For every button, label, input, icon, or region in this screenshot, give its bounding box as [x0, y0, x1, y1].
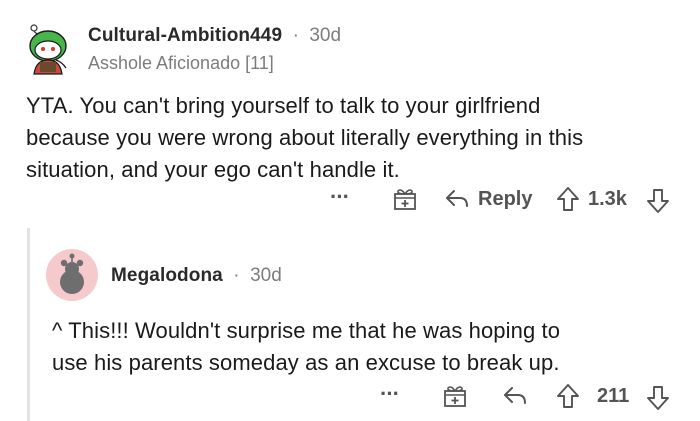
reply-body-line: use his parents someday as an excuse to …	[52, 350, 560, 375]
upvote-icon[interactable]	[556, 186, 580, 218]
comment-header: Cultural-Ambition449 · 30d	[88, 25, 341, 47]
comment-body: YTA. You can't bring yourself to talk to…	[26, 90, 686, 186]
comment-body-line: because you were wrong about literally e…	[26, 125, 584, 150]
reply-icon[interactable]	[502, 385, 528, 413]
meta-separator: ·	[292, 25, 299, 46]
upvote-icon[interactable]	[556, 383, 580, 415]
reply-body-line: ^ This!!! Wouldn't surprise me that he w…	[52, 318, 561, 343]
reply-timestamp: 30d	[250, 265, 282, 286]
award-gift-icon[interactable]	[392, 186, 418, 218]
comment-body-line: YTA. You can't bring yourself to talk to…	[26, 93, 541, 118]
reply-button[interactable]: Reply	[478, 188, 532, 211]
more-options-button[interactable]: ···	[330, 184, 350, 210]
vote-score: 1.3k	[588, 188, 627, 210]
comment-timestamp: 30d	[309, 25, 342, 46]
comment-username[interactable]: Cultural-Ambition449	[88, 25, 282, 46]
snoo-avatar-icon	[29, 24, 67, 75]
reply-body: ^ This!!! Wouldn't surprise me that he w…	[52, 315, 692, 379]
reply-icon[interactable]	[444, 188, 470, 216]
downvote-icon[interactable]	[646, 188, 670, 220]
reply-action-bar: ··· 211	[380, 381, 690, 415]
vote-score: 211	[597, 385, 630, 407]
more-options-button[interactable]: ···	[380, 381, 400, 407]
downvote-icon[interactable]	[646, 385, 670, 417]
avatar[interactable]	[46, 249, 98, 301]
thread-line[interactable]	[27, 228, 30, 421]
reply-username[interactable]: Megalodona	[111, 265, 223, 286]
comment-body-line: situation, and your ego can't handle it.	[26, 157, 400, 182]
default-snoo-avatar-icon	[46, 249, 98, 301]
award-gift-icon[interactable]	[442, 383, 468, 415]
avatar[interactable]	[22, 24, 74, 76]
comment-action-bar: ··· Reply 1.3k	[330, 184, 690, 218]
reply-header: Megalodona · 30d	[111, 265, 282, 287]
meta-separator: ·	[233, 265, 240, 286]
user-flair: Asshole Aficionado [11]	[88, 53, 274, 73]
